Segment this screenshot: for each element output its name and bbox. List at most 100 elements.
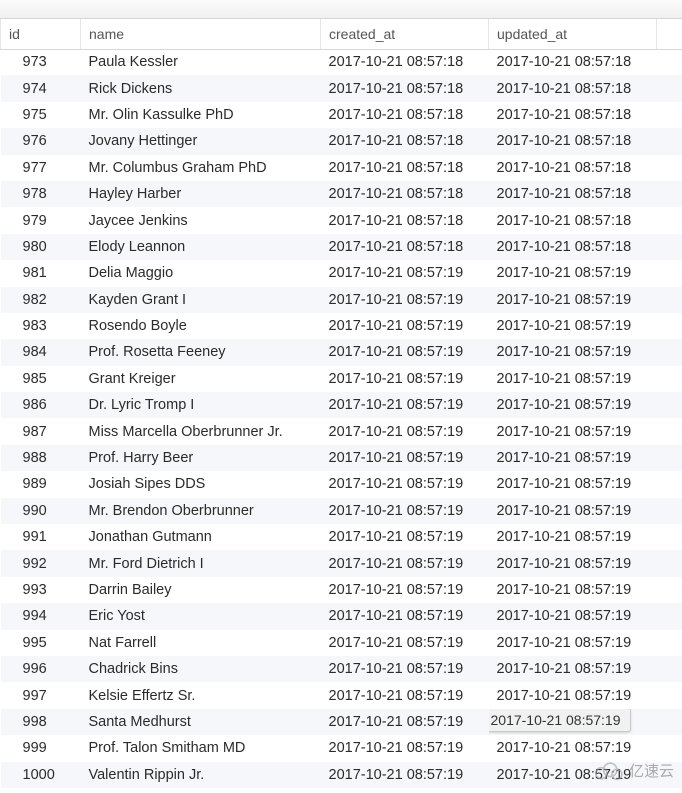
- cell-updated-at[interactable]: 2017-10-21 08:57:18: [489, 234, 657, 260]
- table-row[interactable]: 996Chadrick Bins2017-10-21 08:57:192017-…: [1, 656, 682, 682]
- cell-id[interactable]: 975: [1, 102, 81, 128]
- cell-name[interactable]: Mr. Brendon Oberbrunner: [81, 498, 321, 524]
- cell-id[interactable]: 979: [1, 207, 81, 233]
- cell-name[interactable]: Eric Yost: [81, 603, 321, 629]
- table-row[interactable]: 986Dr. Lyric Tromp I2017-10-21 08:57:192…: [1, 392, 682, 418]
- cell-name[interactable]: Jovany Hettinger: [81, 128, 321, 154]
- table-row[interactable]: 984Prof. Rosetta Feeney2017-10-21 08:57:…: [1, 339, 682, 365]
- cell-id[interactable]: 981: [1, 260, 81, 286]
- cell-created-at[interactable]: 2017-10-21 08:57:19: [321, 656, 489, 682]
- cell-name[interactable]: Santa Medhurst: [81, 709, 321, 735]
- cell-created-at[interactable]: 2017-10-21 08:57:18: [321, 234, 489, 260]
- cell-created-at[interactable]: 2017-10-21 08:57:19: [321, 682, 489, 708]
- cell-created-at[interactable]: 2017-10-21 08:57:19: [321, 630, 489, 656]
- cell-created-at[interactable]: 2017-10-21 08:57:19: [321, 445, 489, 471]
- cell-created-at[interactable]: 2017-10-21 08:57:19: [321, 313, 489, 339]
- cell-created-at[interactable]: 2017-10-21 08:57:18: [321, 75, 489, 101]
- table-row[interactable]: 973Paula Kessler2017-10-21 08:57:182017-…: [1, 49, 682, 75]
- table-row[interactable]: 978Hayley Harber2017-10-21 08:57:182017-…: [1, 181, 682, 207]
- cell-created-at[interactable]: 2017-10-21 08:57:18: [321, 49, 489, 75]
- cell-created-at[interactable]: 2017-10-21 08:57:19: [321, 339, 489, 365]
- cell-id[interactable]: 999: [1, 735, 81, 761]
- table-row[interactable]: 975Mr. Olin Kassulke PhD2017-10-21 08:57…: [1, 102, 682, 128]
- table-row[interactable]: 999Prof. Talon Smitham MD2017-10-21 08:5…: [1, 735, 682, 761]
- cell-name[interactable]: Grant Kreiger: [81, 366, 321, 392]
- cell-id[interactable]: 974: [1, 75, 81, 101]
- cell-id[interactable]: 973: [1, 49, 81, 75]
- cell-updated-at[interactable]: 2017-10-21 08:57:18: [489, 49, 657, 75]
- cell-name[interactable]: Nat Farrell: [81, 630, 321, 656]
- table-row[interactable]: 994Eric Yost2017-10-21 08:57:192017-10-2…: [1, 603, 682, 629]
- cell-name[interactable]: Valentin Rippin Jr.: [81, 762, 321, 788]
- cell-created-at[interactable]: 2017-10-21 08:57:19: [321, 392, 489, 418]
- cell-created-at[interactable]: 2017-10-21 08:57:19: [321, 287, 489, 313]
- cell-updated-at[interactable]: 2017-10-21 08:57:18: [489, 75, 657, 101]
- table-row[interactable]: 1000Valentin Rippin Jr.2017-10-21 08:57:…: [1, 762, 682, 788]
- table-row[interactable]: 991Jonathan Gutmann2017-10-21 08:57:1920…: [1, 524, 682, 550]
- cell-created-at[interactable]: 2017-10-21 08:57:18: [321, 128, 489, 154]
- cell-updated-at[interactable]: 2017-10-21 08:57:19: [489, 524, 657, 550]
- table-row[interactable]: 979Jaycee Jenkins2017-10-21 08:57:182017…: [1, 207, 682, 233]
- cell-updated-at[interactable]: 2017-10-21 08:57:19: [489, 445, 657, 471]
- cell-created-at[interactable]: 2017-10-21 08:57:19: [321, 418, 489, 444]
- cell-created-at[interactable]: 2017-10-21 08:57:18: [321, 181, 489, 207]
- cell-created-at[interactable]: 2017-10-21 08:57:19: [321, 498, 489, 524]
- cell-id[interactable]: 996: [1, 656, 81, 682]
- cell-id[interactable]: 988: [1, 445, 81, 471]
- cell-updated-at[interactable]: 2017-10-21 08:57:19: [489, 366, 657, 392]
- cell-name[interactable]: Jonathan Gutmann: [81, 524, 321, 550]
- table-row[interactable]: 995Nat Farrell2017-10-21 08:57:192017-10…: [1, 630, 682, 656]
- cell-created-at[interactable]: 2017-10-21 08:57:19: [321, 709, 489, 735]
- cell-name[interactable]: Prof. Rosetta Feeney: [81, 339, 321, 365]
- cell-name[interactable]: Mr. Columbus Graham PhD: [81, 155, 321, 181]
- cell-updated-at[interactable]: 2017-10-21 08:57:19: [489, 656, 657, 682]
- cell-updated-at[interactable]: 2017-10-21 08:57:19: [489, 682, 657, 708]
- cell-updated-at[interactable]: 2017-10-21 08:57:19: [489, 339, 657, 365]
- table-row[interactable]: 997Kelsie Effertz Sr.2017-10-21 08:57:19…: [1, 682, 682, 708]
- cell-name[interactable]: Josiah Sipes DDS: [81, 471, 321, 497]
- cell-created-at[interactable]: 2017-10-21 08:57:19: [321, 366, 489, 392]
- cell-name[interactable]: Kelsie Effertz Sr.: [81, 682, 321, 708]
- cell-name[interactable]: Prof. Harry Beer: [81, 445, 321, 471]
- cell-name[interactable]: Rosendo Boyle: [81, 313, 321, 339]
- cell-name[interactable]: Mr. Ford Dietrich I: [81, 550, 321, 576]
- cell-created-at[interactable]: 2017-10-21 08:57:19: [321, 603, 489, 629]
- cell-updated-at[interactable]: 2017-10-21 08:57:19: [489, 260, 657, 286]
- cell-updated-at[interactable]: 2017-10-21 08:57:19: [489, 630, 657, 656]
- cell-name[interactable]: Prof. Talon Smitham MD: [81, 735, 321, 761]
- table-row[interactable]: 977Mr. Columbus Graham PhD2017-10-21 08:…: [1, 155, 682, 181]
- cell-id[interactable]: 989: [1, 471, 81, 497]
- cell-created-at[interactable]: 2017-10-21 08:57:19: [321, 524, 489, 550]
- table-row[interactable]: 981Delia Maggio2017-10-21 08:57:192017-1…: [1, 260, 682, 286]
- cell-name[interactable]: Kayden Grant I: [81, 287, 321, 313]
- cell-id[interactable]: 977: [1, 155, 81, 181]
- cell-name[interactable]: Jaycee Jenkins: [81, 207, 321, 233]
- cell-id[interactable]: 997: [1, 682, 81, 708]
- cell-updated-at[interactable]: 2017-10-21 08:57:18: [489, 128, 657, 154]
- table-row[interactable]: 990Mr. Brendon Oberbrunner2017-10-21 08:…: [1, 498, 682, 524]
- cell-updated-at[interactable]: 2017-10-21 08:57:18: [489, 207, 657, 233]
- cell-id[interactable]: 1000: [1, 762, 81, 788]
- cell-name[interactable]: Elody Leannon: [81, 234, 321, 260]
- cell-name[interactable]: Dr. Lyric Tromp I: [81, 392, 321, 418]
- cell-name[interactable]: Mr. Olin Kassulke PhD: [81, 102, 321, 128]
- table-row[interactable]: 982Kayden Grant I2017-10-21 08:57:192017…: [1, 287, 682, 313]
- cell-created-at[interactable]: 2017-10-21 08:57:19: [321, 762, 489, 788]
- cell-id[interactable]: 976: [1, 128, 81, 154]
- cell-updated-at[interactable]: 2017-10-21 08:57:19: [489, 471, 657, 497]
- cell-id[interactable]: 982: [1, 287, 81, 313]
- cell-created-at[interactable]: 2017-10-21 08:57:19: [321, 471, 489, 497]
- col-header-name[interactable]: name: [81, 19, 321, 49]
- cell-created-at[interactable]: 2017-10-21 08:57:18: [321, 207, 489, 233]
- cell-name[interactable]: Chadrick Bins: [81, 656, 321, 682]
- cell-created-at[interactable]: 2017-10-21 08:57:19: [321, 577, 489, 603]
- cell-id[interactable]: 987: [1, 418, 81, 444]
- cell-id[interactable]: 990: [1, 498, 81, 524]
- cell-name[interactable]: Delia Maggio: [81, 260, 321, 286]
- cell-id[interactable]: 978: [1, 181, 81, 207]
- col-header-id[interactable]: id: [1, 19, 81, 49]
- cell-id[interactable]: 992: [1, 550, 81, 576]
- cell-updated-at[interactable]: 2017-10-21 08:57:19: [489, 498, 657, 524]
- cell-id[interactable]: 984: [1, 339, 81, 365]
- cell-updated-at[interactable]: 2017-10-21 08:57:19: [489, 392, 657, 418]
